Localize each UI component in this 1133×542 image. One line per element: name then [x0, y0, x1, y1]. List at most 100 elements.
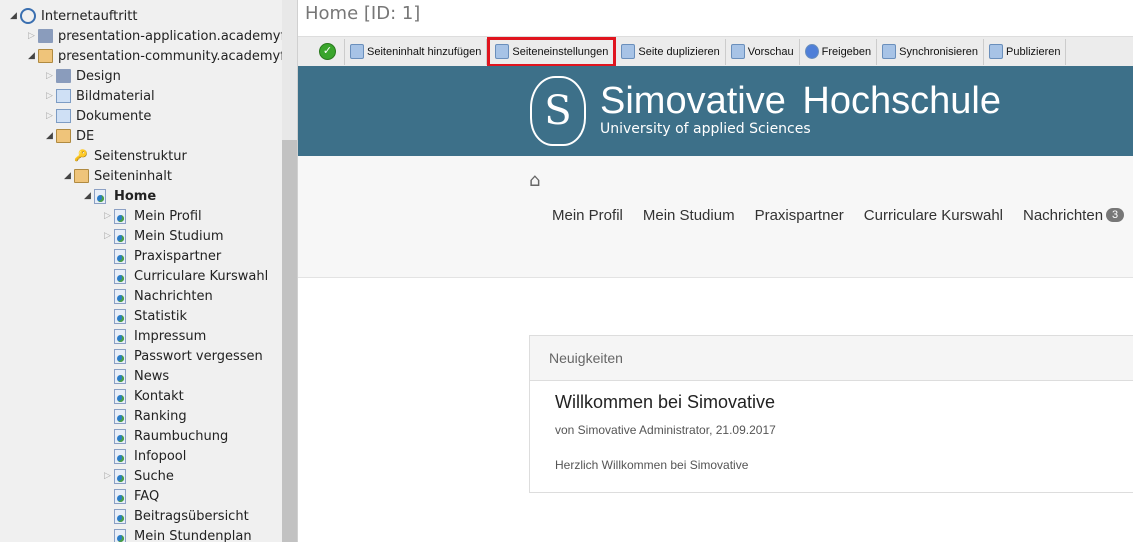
- tree-item-label: Mein Stundenplan: [134, 528, 252, 542]
- toolbar-button-label: Seiteninhalt hinzufügen: [367, 45, 482, 58]
- tree-item-label: Beitragsübersicht: [134, 508, 249, 524]
- tree-item[interactable]: DE: [56, 126, 94, 146]
- news-title[interactable]: Willkommen bei Simovative: [555, 392, 775, 413]
- tree-item-label: Impressum: [134, 328, 207, 344]
- tree-item-label: Kontakt: [134, 388, 184, 404]
- tree-item[interactable]: Ranking: [114, 406, 187, 426]
- check-button[interactable]: ✓: [314, 38, 345, 65]
- tree-item[interactable]: News: [114, 366, 169, 386]
- university-logo: S: [530, 76, 586, 146]
- tree-item[interactable]: presentation-community.academyfive: [38, 46, 297, 66]
- check-icon: ✓: [319, 43, 336, 60]
- collapse-arrow-icon[interactable]: ◢: [64, 171, 72, 181]
- tree-item-label: News: [134, 368, 170, 384]
- tree-item[interactable]: Mein Profil: [114, 206, 202, 226]
- toolbar-button-label: Publizieren: [1006, 45, 1061, 58]
- collapse-arrow-icon[interactable]: ◢: [28, 51, 36, 61]
- tree-item-label: Design: [76, 68, 121, 84]
- collapse-arrow-icon[interactable]: ◢: [46, 131, 54, 141]
- tree-item[interactable]: 🔑 Seitenstruktur: [74, 146, 187, 166]
- collapse-arrow-icon[interactable]: ◢: [10, 11, 18, 21]
- toolbar-button-label: Synchronisieren: [899, 45, 979, 58]
- tree-item[interactable]: Suche: [114, 466, 174, 486]
- page-icon: [114, 288, 126, 304]
- expand-arrow-icon[interactable]: ▷: [104, 211, 112, 221]
- page-title: Home [ID: 1]: [305, 3, 421, 24]
- key-icon: 🔑: [74, 149, 88, 162]
- tree-item[interactable]: FAQ: [114, 486, 159, 506]
- tree-item[interactable]: Mein Stundenplan: [114, 526, 252, 542]
- tree-item-label: Seiteninhalt: [94, 168, 172, 184]
- message-count-badge: 3: [1106, 208, 1125, 222]
- tree-item[interactable]: Kontakt: [114, 386, 184, 406]
- nav-nachrichten[interactable]: Nachrichten 3: [1023, 207, 1125, 224]
- preview-icon: [730, 44, 745, 59]
- tree-item[interactable]: Beitragsübersicht: [114, 506, 249, 526]
- nav-praxispartner[interactable]: Praxispartner: [755, 207, 844, 224]
- page-icon: [114, 208, 126, 224]
- expand-arrow-icon[interactable]: ▷: [104, 231, 112, 241]
- news-body: Herzlich Willkommen bei Simovative: [555, 458, 749, 472]
- preview-button[interactable]: Vorschau: [726, 38, 800, 65]
- publish-button[interactable]: Publizieren: [984, 38, 1067, 65]
- banner-subtitle: University of applied Sciences: [600, 121, 811, 137]
- image-icon: [56, 89, 71, 103]
- add-content-button[interactable]: Seiteninhalt hinzufügen: [345, 38, 488, 65]
- nav-mein-studium[interactable]: Mein Studium: [643, 207, 735, 224]
- expand-arrow-icon[interactable]: ▷: [46, 71, 54, 81]
- tree-item[interactable]: Mein Studium: [114, 226, 224, 246]
- home-icon[interactable]: ⌂: [529, 170, 540, 191]
- news-card-header: Neuigkeiten: [530, 336, 1133, 381]
- tree-item[interactable]: presentation-application.academyfive: [38, 26, 298, 46]
- page-icon: [114, 228, 126, 244]
- page-icon: [114, 268, 126, 284]
- approve-button[interactable]: Freigeben: [800, 38, 878, 65]
- duplicate-icon: [621, 44, 636, 59]
- tree-item-label: Mein Studium: [134, 228, 224, 244]
- expand-arrow-icon[interactable]: ▷: [28, 31, 36, 41]
- news-meta: von Simovative Administrator, 21.09.2017: [555, 423, 776, 437]
- publish-icon: [989, 44, 1004, 59]
- tree-item-label: Internetauftritt: [41, 8, 138, 24]
- nav-curriculare-kurswahl[interactable]: Curriculare Kurswahl: [864, 207, 1003, 224]
- tree-item[interactable]: Raumbuchung: [114, 426, 228, 446]
- tree-item[interactable]: Internetauftritt: [20, 6, 137, 26]
- collapse-arrow-icon[interactable]: ◢: [84, 191, 92, 201]
- tree-item[interactable]: Praxispartner: [114, 246, 221, 266]
- tree-item[interactable]: Dokumente: [56, 106, 151, 126]
- tree-item[interactable]: Bildmaterial: [56, 86, 155, 106]
- toolbar-button-label: Freigeben: [821, 45, 872, 58]
- tree-scrollbar-thumb[interactable]: [282, 140, 297, 542]
- page-icon: [114, 348, 126, 364]
- tree-item-label: presentation-application.academyfive: [58, 28, 298, 44]
- sync-button[interactable]: Synchronisieren: [877, 38, 985, 65]
- globe-icon: [20, 8, 36, 24]
- tree-item[interactable]: Nachrichten: [114, 286, 213, 306]
- expand-arrow-icon[interactable]: ▷: [46, 91, 54, 101]
- expand-arrow-icon[interactable]: ▷: [46, 111, 54, 121]
- tree-item[interactable]: Curriculare Kurswahl: [114, 266, 268, 286]
- site-tree-panel: ◢ Internetauftritt ▷ presentation-applicati…: [0, 0, 298, 542]
- main-pane: Home [ID: 1] ✓ Seiteninhalt hinzufügen Sei…: [298, 0, 1133, 542]
- site-banner: S Simovative Hochschule University of ap…: [298, 66, 1133, 156]
- tree-item[interactable]: Seiteninhalt: [74, 166, 172, 186]
- tree-item-label: Seitenstruktur: [94, 148, 187, 164]
- duplicate-button[interactable]: Seite duplizieren: [616, 38, 726, 65]
- tree-item-label: Mein Profil: [134, 208, 202, 224]
- page-icon: [114, 528, 126, 542]
- tree-item[interactable]: Infopool: [114, 446, 186, 466]
- tree-item-label: Passwort vergessen: [134, 348, 263, 364]
- toolbar-button-label: Vorschau: [747, 45, 794, 58]
- tree-item[interactable]: Passwort vergessen: [114, 346, 263, 366]
- tree-item[interactable]: Statistik: [114, 306, 187, 326]
- tree-item-label: Bildmaterial: [76, 88, 155, 104]
- expand-arrow-icon[interactable]: ▷: [104, 471, 112, 481]
- settings-button[interactable]: Seiteneinstellungen: [487, 36, 617, 67]
- approve-icon: [804, 44, 819, 59]
- tree-item[interactable]: Impressum: [114, 326, 206, 346]
- tree-item[interactable]: Design: [56, 66, 121, 86]
- nav-mein-profil[interactable]: Mein Profil: [552, 207, 623, 224]
- tree-item[interactable]: Home: [94, 186, 156, 206]
- folder-icon: [38, 29, 53, 43]
- nav-nachrichten-label: Nachrichten: [1023, 207, 1104, 224]
